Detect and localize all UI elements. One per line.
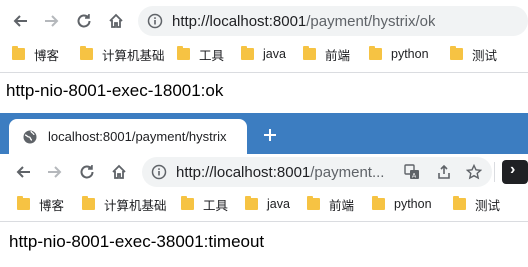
bookmark-label: java [267,197,290,211]
folder-icon [307,196,320,210]
url-path: /payment... [310,163,385,181]
bookmark-blog[interactable]: 博客 [12,46,60,63]
url-text: http://localhost:8001/payment... [176,164,396,181]
bookmark-java[interactable]: java [241,46,286,62]
reload-icon[interactable] [73,10,95,32]
share-icon[interactable] [433,161,455,183]
folder-icon [177,46,190,60]
bookmark-test[interactable]: 测试 [453,196,501,213]
divider [0,72,528,73]
folder-icon [82,196,95,210]
divider [0,221,528,222]
folder-icon [303,46,316,60]
bookmark-cs-basics[interactable]: 计算机基础 [82,196,167,213]
bookmark-label: java [263,47,286,61]
bookmark-label: 工具 [203,198,229,213]
toolbar-separator [494,162,495,182]
folder-icon [80,46,93,60]
reload-icon[interactable] [76,161,98,183]
folder-icon [17,196,30,210]
bookmark-label: 测试 [472,48,498,63]
page-text: http-nio-8001-exec-38001:timeout [9,232,265,251]
plus-icon[interactable] [259,124,281,146]
folder-icon [372,196,385,210]
bookmark-label: 博客 [39,198,65,213]
url-path: /payment/hystrix/ok [306,12,436,30]
tab-localhost[interactable]: localhost:8001/payment/hystrix [9,119,247,154]
home-icon[interactable] [105,10,127,32]
folder-icon [245,196,258,210]
bookmark-cs-basics[interactable]: 计算机基础 [80,46,165,63]
star-icon[interactable] [463,161,485,183]
bookmark-blog[interactable]: 博客 [17,196,65,213]
forward-icon[interactable] [41,10,63,32]
back-icon[interactable] [12,161,34,183]
info-icon[interactable] [151,164,167,180]
folder-icon [369,46,382,60]
bookmark-frontend[interactable]: 前端 [307,196,355,213]
bookmark-label: 工具 [199,48,225,63]
bookmark-tools[interactable]: 工具 [177,46,225,63]
bookmark-label: 前端 [325,48,351,63]
address-bar[interactable]: http://localhost:8001/payment/hystrix/ok [138,6,528,36]
folder-icon [181,196,194,210]
bookmark-label: 前端 [329,198,355,213]
bookmark-frontend[interactable]: 前端 [303,46,351,63]
bookmark-python[interactable]: python [372,196,432,212]
bookmark-tools[interactable]: 工具 [181,196,229,213]
globe-icon [23,130,37,143]
url-host: http://localhost:8001 [176,163,311,181]
folder-icon [12,46,25,60]
bookmark-label: python [391,47,429,61]
bookmark-java[interactable]: java [245,196,290,212]
url-host: http://localhost:8001 [172,12,307,30]
url-text: http://localhost:8001/payment/hystrix/ok [172,13,435,30]
folder-icon [241,46,254,60]
bookmark-label: 测试 [475,198,501,213]
bookmark-python[interactable]: python [369,46,429,62]
back-icon[interactable] [9,10,31,32]
tab-title: localhost:8001/payment/hystrix [48,129,227,144]
bookmark-label: 计算机基础 [104,198,167,213]
folder-icon [453,196,466,210]
bookmark-label: python [394,197,432,211]
translate-icon[interactable]: A [401,161,423,183]
forward-icon[interactable] [44,161,66,183]
bookmark-label: 博客 [34,48,60,63]
page-text: http-nio-8001-exec-18001:ok [6,81,224,100]
folder-icon [450,46,463,60]
bookmark-test[interactable]: 测试 [450,46,498,63]
extension-icon[interactable] [502,160,528,184]
home-icon[interactable] [108,161,130,183]
info-icon[interactable] [147,13,163,29]
bookmark-label: 计算机基础 [102,48,165,63]
